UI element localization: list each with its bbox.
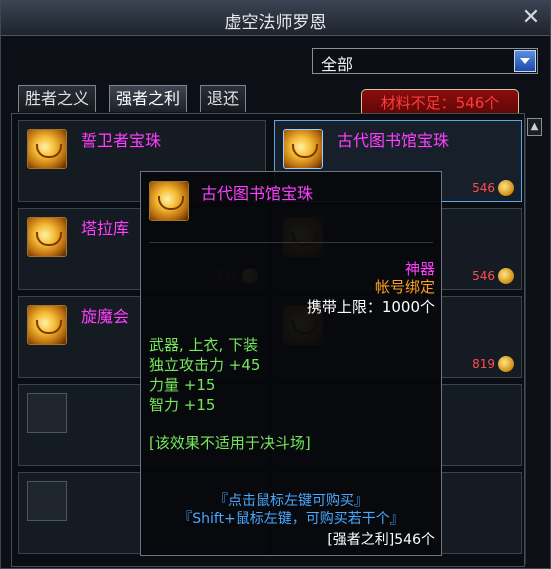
- item-name: 誓卫者宝珠: [81, 131, 162, 150]
- coin-icon: [498, 356, 514, 372]
- scrollbar[interactable]: ▲: [525, 118, 542, 564]
- dropdown-value: 全部: [321, 55, 354, 74]
- item-name: 古代图书馆宝珠: [337, 131, 450, 150]
- tooltip-note: [该效果不适用于决斗场]: [149, 434, 311, 452]
- tab-refund[interactable]: 退还: [200, 85, 247, 112]
- orb-icon: [27, 305, 67, 345]
- coin-icon: [498, 268, 514, 284]
- category-dropdown[interactable]: 全部: [312, 48, 538, 74]
- empty-slot: [27, 481, 67, 521]
- item-price: 546: [472, 269, 495, 283]
- orb-icon: [283, 129, 323, 169]
- item-tooltip: 古代图书馆宝珠 神器 帐号绑定 携带上限：1000个 武器, 上衣, 下装 独立…: [140, 171, 442, 556]
- scroll-up-icon[interactable]: ▲: [527, 118, 542, 136]
- divider: [149, 242, 433, 243]
- item-price: 819: [472, 357, 495, 371]
- tooltip-binding: 帐号绑定: [374, 278, 435, 296]
- item-price: 546: [472, 181, 495, 195]
- item-name: 旋魔会: [81, 307, 130, 326]
- window-title: 虚空法师罗恩: [224, 13, 327, 33]
- tooltip-hint-click: 『点击鼠标左键可购买』: [214, 493, 368, 509]
- orb-icon: [27, 217, 67, 257]
- tooltip-stat: 力量 +15: [149, 376, 216, 394]
- orb-icon: [149, 181, 189, 221]
- tooltip-cost: [强者之利]546个: [327, 532, 435, 548]
- tooltip-carry-limit: 携带上限：1000个: [306, 298, 435, 316]
- close-icon[interactable]: ✕: [518, 5, 544, 31]
- shop-window: 虚空法师罗恩 ✕ 全部 胜者之义 强者之利 退还 材料不足：546个 誓卫者宝珠…: [0, 0, 551, 569]
- chevron-down-icon[interactable]: [514, 50, 536, 72]
- title-bar: 虚空法师罗恩 ✕: [1, 1, 550, 36]
- coin-icon: [498, 180, 514, 196]
- tooltip-stat: 智力 +15: [149, 396, 216, 414]
- tab-victor-justice[interactable]: 胜者之义: [18, 85, 97, 112]
- orb-icon: [27, 129, 67, 169]
- empty-slot: [27, 393, 67, 433]
- tooltip-item-name: 古代图书馆宝珠: [201, 184, 314, 203]
- tooltip-slots: 武器, 上衣, 下装: [149, 336, 259, 354]
- tab-strong-profit[interactable]: 强者之利: [109, 85, 188, 112]
- tooltip-hint-shift: 『Shift+鼠标左键，可购买若干个』: [178, 511, 404, 527]
- item-name: 塔拉库: [81, 219, 130, 238]
- tooltip-stat: 独立攻击力 +45: [149, 356, 261, 374]
